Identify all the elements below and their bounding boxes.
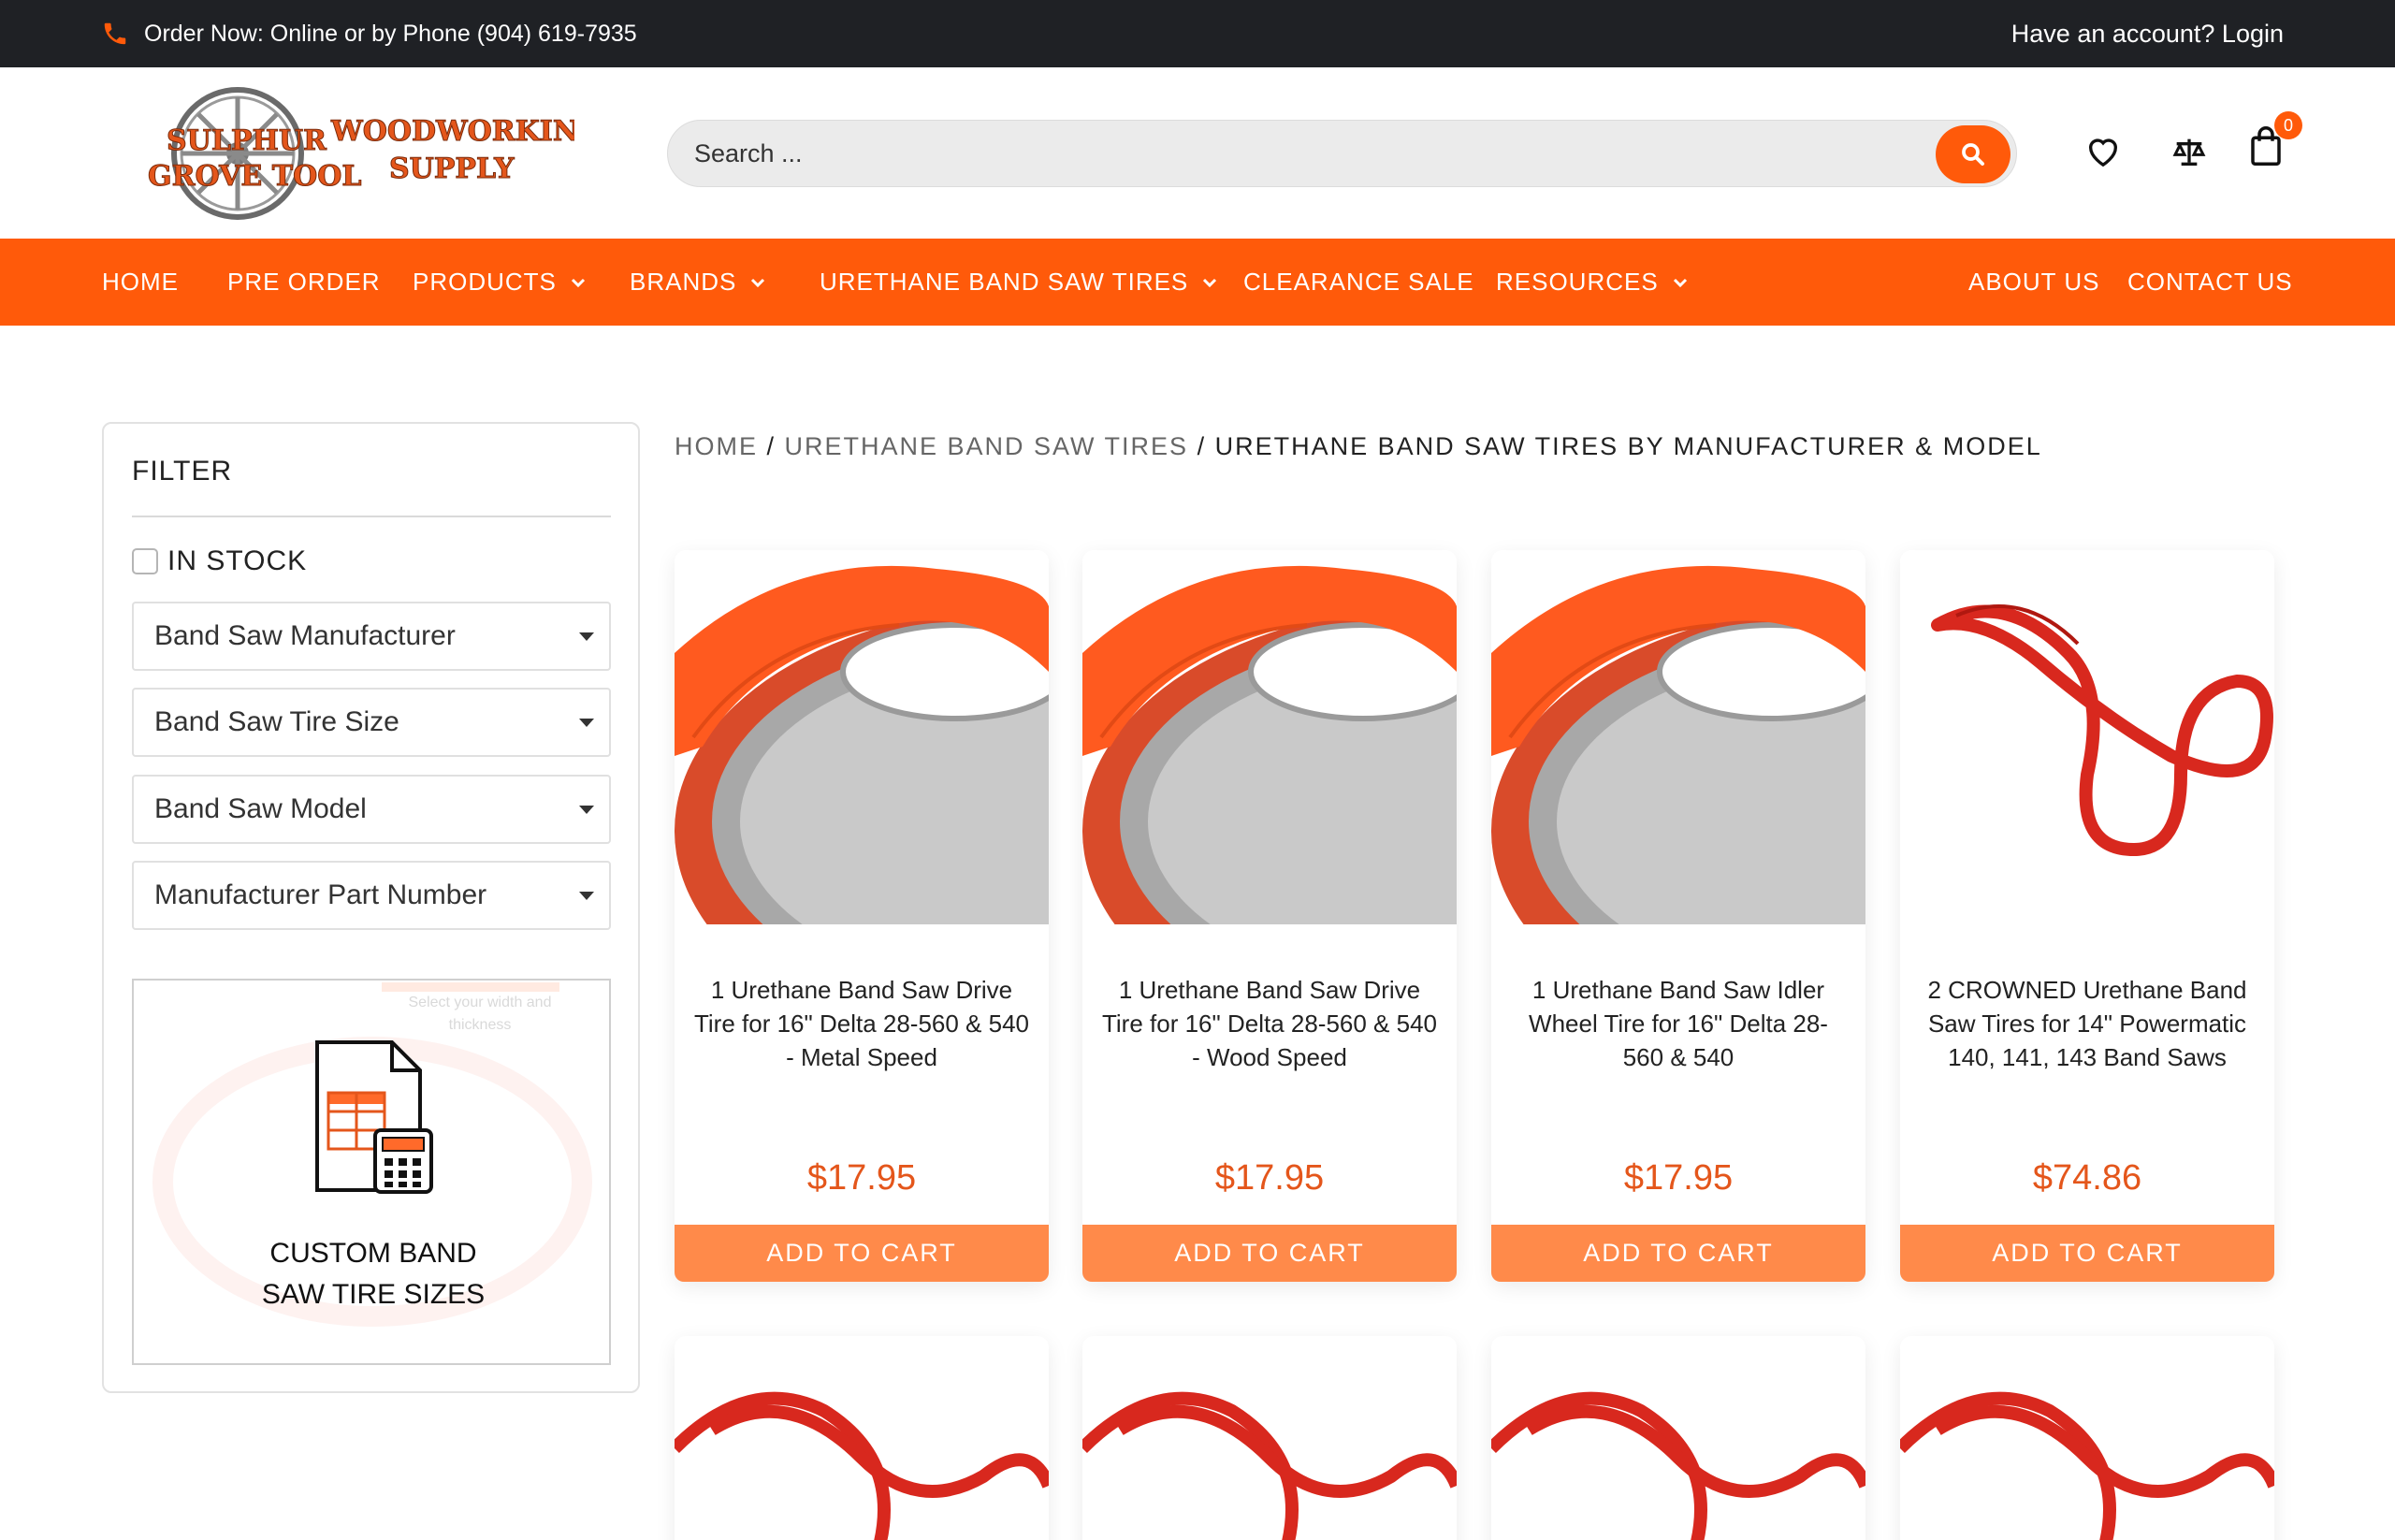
- product-image-tire[interactable]: [1491, 1336, 1865, 1540]
- product-image-powermatic-crowned-tires[interactable]: [1900, 550, 2274, 924]
- add-to-cart-button[interactable]: ADD TO CART: [675, 1225, 1049, 1282]
- search-bar: [667, 120, 2017, 187]
- scale-icon: [2172, 138, 2206, 166]
- cart-count-badge: 0: [2274, 111, 2302, 139]
- product-price: $17.95: [806, 1158, 917, 1198]
- hint-bar: [382, 982, 559, 992]
- product-card[interactable]: 1 Urethane Band Saw Idler Wheel Tire for…: [1491, 550, 1865, 1282]
- svg-text:SULPHUR: SULPHUR: [167, 124, 327, 157]
- site-logo[interactable]: SULPHUR GROVE TOOL WOODWORKING SUPPLY: [144, 84, 602, 223]
- product-card[interactable]: 2 CROWNED Urethane Band Saw Tires for 14…: [1900, 550, 2274, 1282]
- product-price: $74.86: [2032, 1158, 2142, 1198]
- breadcrumb: HOME / URETHANE BAND SAW TIRES / URETHAN…: [675, 432, 2042, 460]
- filter-title: FILTER: [132, 456, 233, 487]
- caret-down-icon: [579, 719, 594, 727]
- product-card[interactable]: [1900, 1336, 2274, 1540]
- product-image-tire[interactable]: [1082, 1336, 1457, 1540]
- search-button[interactable]: [1936, 125, 2010, 183]
- search-input[interactable]: [668, 138, 1884, 168]
- logo-graphic: SULPHUR GROVE TOOL WOODWORKING SUPPLY: [148, 87, 602, 220]
- main-nav: HOME PRE ORDER PRODUCTS BRANDS URETHANE …: [0, 239, 2395, 326]
- svg-text:GROVE TOOL: GROVE TOOL: [148, 160, 361, 193]
- nav-brands[interactable]: BRANDS: [630, 239, 766, 326]
- chevron-down-icon: [1673, 278, 1687, 287]
- breadcrumb-current: URETHANE BAND SAW TIRES BY MANUFACTURER …: [1214, 432, 2042, 460]
- nav-clearance-sale[interactable]: CLEARANCE SALE: [1243, 239, 1474, 326]
- band-saw-manufacturer-select[interactable]: Band Saw Manufacturer: [132, 602, 611, 671]
- nav-urethane-band-saw-tires[interactable]: URETHANE BAND SAW TIRES: [820, 239, 1218, 326]
- breadcrumb-urethane-band-saw-tires[interactable]: URETHANE BAND SAW TIRES: [785, 432, 1189, 460]
- caret-down-icon: [579, 892, 594, 900]
- product-image-delta-drive-tire-metal[interactable]: [675, 550, 1049, 924]
- spreadsheet-calculator-icon: [315, 1040, 433, 1194]
- svg-text:WOODWORKING: WOODWORKING: [330, 115, 574, 148]
- in-stock-checkbox[interactable]: [132, 548, 158, 574]
- order-phone[interactable]: Order Now: Online or by Phone (904) 619-…: [101, 0, 637, 67]
- compare-button[interactable]: [2169, 131, 2210, 172]
- product-price: $17.95: [1623, 1158, 1734, 1198]
- top-bar: Order Now: Online or by Phone (904) 619-…: [0, 0, 2395, 67]
- chevron-down-icon: [751, 278, 765, 287]
- product-card[interactable]: [675, 1336, 1049, 1540]
- phone-text: Order Now: Online or by Phone (904) 619-…: [144, 20, 637, 47]
- caret-down-icon: [579, 632, 594, 641]
- phone-icon: [104, 22, 126, 45]
- add-to-cart-button[interactable]: ADD TO CART: [1900, 1225, 2274, 1282]
- add-to-cart-button[interactable]: ADD TO CART: [1491, 1225, 1865, 1282]
- product-image-delta-idler-tire[interactable]: [1491, 550, 1865, 924]
- band-saw-model-select[interactable]: Band Saw Model: [132, 775, 611, 844]
- product-card[interactable]: [1082, 1336, 1457, 1540]
- product-card[interactable]: 1 Urethane Band Saw Drive Tire for 16" D…: [1082, 550, 1457, 1282]
- product-title[interactable]: 1 Urethane Band Saw Drive Tire for 16" D…: [1101, 973, 1438, 1074]
- product-image-delta-drive-tire-wood[interactable]: [1082, 550, 1457, 924]
- search-icon: [1962, 143, 1984, 166]
- site-header: SULPHUR GROVE TOOL WOODWORKING SUPPLY: [0, 67, 2395, 239]
- product-title[interactable]: 1 Urethane Band Saw Idler Wheel Tire for…: [1510, 973, 1847, 1074]
- caret-down-icon: [579, 806, 594, 814]
- product-card[interactable]: 1 Urethane Band Saw Drive Tire for 16" D…: [675, 550, 1049, 1282]
- product-title[interactable]: 1 Urethane Band Saw Drive Tire for 16" D…: [693, 973, 1030, 1074]
- account-login-link[interactable]: Have an account? Login: [2011, 0, 2284, 67]
- wishlist-button[interactable]: [2083, 131, 2124, 172]
- nav-contact-us[interactable]: CONTACT US: [2127, 239, 2293, 326]
- in-stock-label: IN STOCK: [167, 545, 308, 576]
- nav-resources[interactable]: RESOURCES: [1496, 239, 1689, 326]
- custom-band-tire-sizes-label: CUSTOM BAND SAW TIRE SIZES: [261, 1238, 486, 1310]
- add-to-cart-button[interactable]: ADD TO CART: [1082, 1225, 1457, 1282]
- custom-tire-sizes-banner[interactable]: Select your width and thickness CUSTOM B…: [132, 979, 611, 1365]
- nav-about-us[interactable]: ABOUT US: [1968, 239, 2099, 326]
- product-card[interactable]: [1491, 1336, 1865, 1540]
- manufacturer-part-number-select[interactable]: Manufacturer Part Number: [132, 861, 611, 930]
- breadcrumb-home[interactable]: HOME: [675, 432, 758, 460]
- nav-pre-order[interactable]: PRE ORDER: [227, 239, 381, 326]
- heart-icon: [2089, 138, 2117, 167]
- svg-text:SUPPLY: SUPPLY: [389, 153, 515, 185]
- band-saw-tire-size-select[interactable]: Band Saw Tire Size: [132, 688, 611, 757]
- nav-products[interactable]: PRODUCTS: [413, 239, 587, 326]
- banner-hint: Select your width and thickness: [408, 995, 552, 1033]
- product-image-tire[interactable]: [1900, 1336, 2274, 1540]
- divider: [132, 516, 611, 517]
- chevron-down-icon: [571, 278, 585, 287]
- in-stock-filter[interactable]: IN STOCK: [132, 545, 307, 577]
- product-image-tire[interactable]: [675, 1336, 1049, 1540]
- chevron-down-icon: [1203, 278, 1217, 287]
- product-title[interactable]: 2 CROWNED Urethane Band Saw Tires for 14…: [1919, 973, 2256, 1074]
- nav-home[interactable]: HOME: [102, 239, 179, 326]
- product-price: $17.95: [1214, 1158, 1325, 1198]
- filter-sidebar: FILTER IN STOCK Band Saw Manufacturer Ba…: [102, 422, 640, 1393]
